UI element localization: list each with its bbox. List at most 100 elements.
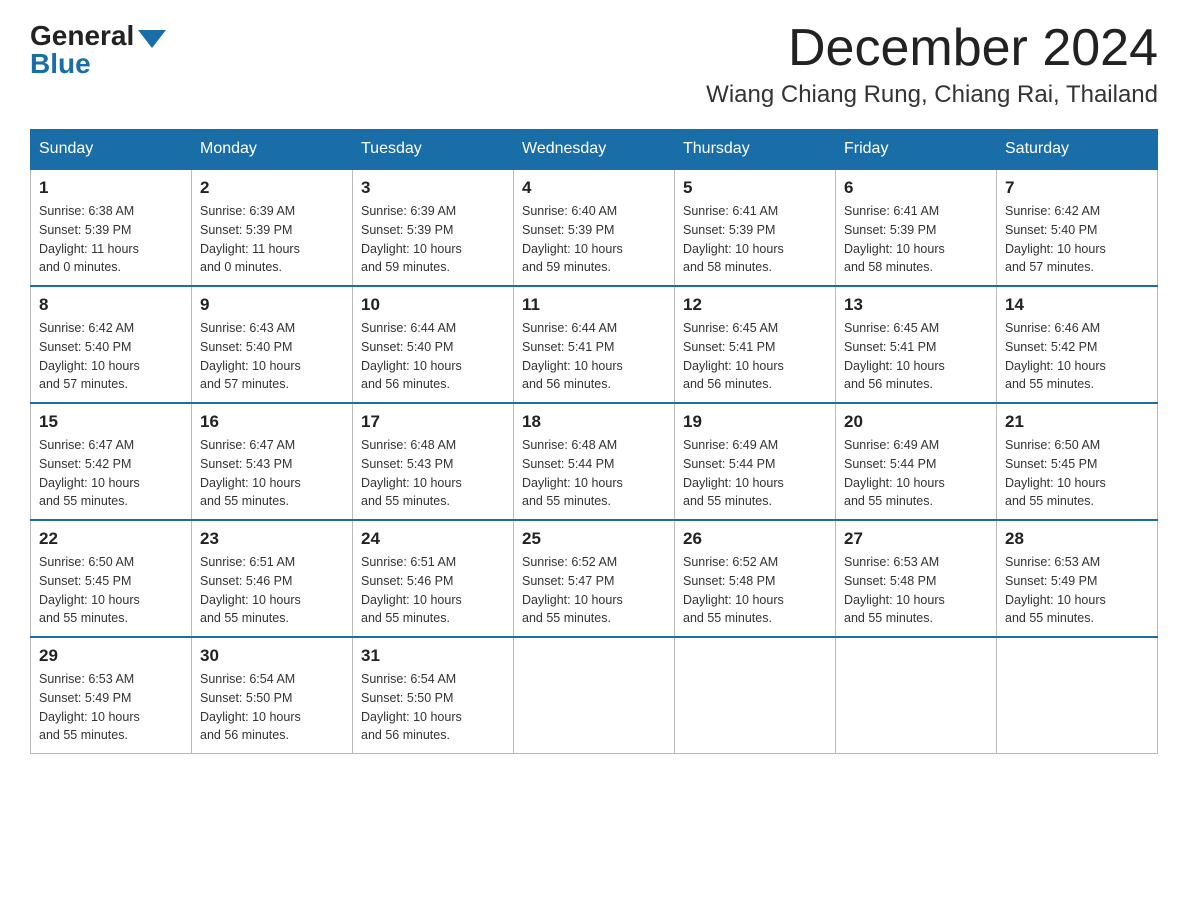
calendar-cell: 3 Sunrise: 6:39 AMSunset: 5:39 PMDaylight…	[353, 169, 514, 286]
day-info: Sunrise: 6:45 AMSunset: 5:41 PMDaylight:…	[844, 319, 988, 394]
calendar-week-row: 22 Sunrise: 6:50 AMSunset: 5:45 PMDayligh…	[31, 520, 1158, 637]
day-info: Sunrise: 6:48 AMSunset: 5:43 PMDaylight:…	[361, 436, 505, 511]
day-number: 21	[1005, 412, 1149, 432]
calendar-cell: 22 Sunrise: 6:50 AMSunset: 5:45 PMDayligh…	[31, 520, 192, 637]
calendar-cell: 14 Sunrise: 6:46 AMSunset: 5:42 PMDayligh…	[997, 286, 1158, 403]
day-number: 18	[522, 412, 666, 432]
header-monday: Monday	[192, 130, 353, 170]
day-number: 22	[39, 529, 183, 549]
day-info: Sunrise: 6:39 AMSunset: 5:39 PMDaylight:…	[200, 202, 344, 277]
day-number: 30	[200, 646, 344, 666]
day-number: 8	[39, 295, 183, 315]
day-number: 27	[844, 529, 988, 549]
header-thursday: Thursday	[675, 130, 836, 170]
day-info: Sunrise: 6:41 AMSunset: 5:39 PMDaylight:…	[844, 202, 988, 277]
calendar-cell: 28 Sunrise: 6:53 AMSunset: 5:49 PMDayligh…	[997, 520, 1158, 637]
day-number: 2	[200, 178, 344, 198]
day-info: Sunrise: 6:43 AMSunset: 5:40 PMDaylight:…	[200, 319, 344, 394]
day-number: 1	[39, 178, 183, 198]
calendar-cell: 25Sunrise: 6:52 AMSunset: 5:47 PMDayligh…	[514, 520, 675, 637]
day-info: Sunrise: 6:39 AMSunset: 5:39 PMDaylight:…	[361, 202, 505, 277]
calendar-cell: 19Sunrise: 6:49 AMSunset: 5:44 PMDayligh…	[675, 403, 836, 520]
logo: General Blue	[30, 20, 166, 80]
day-info: Sunrise: 6:50 AMSunset: 5:45 PMDaylight:…	[1005, 436, 1149, 511]
day-info: Sunrise: 6:42 AMSunset: 5:40 PMDaylight:…	[39, 319, 183, 394]
day-info: Sunrise: 6:40 AMSunset: 5:39 PMDaylight:…	[522, 202, 666, 277]
calendar-cell: 26Sunrise: 6:52 AMSunset: 5:48 PMDayligh…	[675, 520, 836, 637]
calendar-cell: 17 Sunrise: 6:48 AMSunset: 5:43 PMDayligh…	[353, 403, 514, 520]
calendar-cell: 9 Sunrise: 6:43 AMSunset: 5:40 PMDaylight…	[192, 286, 353, 403]
day-info: Sunrise: 6:47 AMSunset: 5:42 PMDaylight:…	[39, 436, 183, 511]
calendar-cell: 2 Sunrise: 6:39 AMSunset: 5:39 PMDaylight…	[192, 169, 353, 286]
calendar-cell	[514, 637, 675, 754]
day-info: Sunrise: 6:52 AMSunset: 5:47 PMDaylight:…	[522, 553, 666, 628]
calendar-cell: 10 Sunrise: 6:44 AMSunset: 5:40 PMDayligh…	[353, 286, 514, 403]
day-number: 3	[361, 178, 505, 198]
calendar-cell: 21 Sunrise: 6:50 AMSunset: 5:45 PMDayligh…	[997, 403, 1158, 520]
header-tuesday: Tuesday	[353, 130, 514, 170]
day-info: Sunrise: 6:45 AMSunset: 5:41 PMDaylight:…	[683, 319, 827, 394]
calendar-header-row: SundayMondayTuesdayWednesdayThursdayFrid…	[31, 130, 1158, 170]
calendar-cell: 1 Sunrise: 6:38 AMSunset: 5:39 PMDaylight…	[31, 169, 192, 286]
day-info: Sunrise: 6:42 AMSunset: 5:40 PMDaylight:…	[1005, 202, 1149, 277]
day-number: 14	[1005, 295, 1149, 315]
day-number: 13	[844, 295, 988, 315]
day-info: Sunrise: 6:50 AMSunset: 5:45 PMDaylight:…	[39, 553, 183, 628]
calendar-week-row: 1 Sunrise: 6:38 AMSunset: 5:39 PMDaylight…	[31, 169, 1158, 286]
title-section: December 2024 Wiang Chiang Rung, Chiang …	[706, 20, 1158, 109]
day-number: 23	[200, 529, 344, 549]
calendar-cell: 29Sunrise: 6:53 AMSunset: 5:49 PMDayligh…	[31, 637, 192, 754]
day-number: 7	[1005, 178, 1149, 198]
logo-blue-text: Blue	[30, 48, 91, 80]
calendar-cell: 6 Sunrise: 6:41 AMSunset: 5:39 PMDaylight…	[836, 169, 997, 286]
day-number: 11	[522, 295, 666, 315]
calendar-cell	[675, 637, 836, 754]
calendar-cell: 8 Sunrise: 6:42 AMSunset: 5:40 PMDaylight…	[31, 286, 192, 403]
calendar-cell: 11 Sunrise: 6:44 AMSunset: 5:41 PMDayligh…	[514, 286, 675, 403]
day-info: Sunrise: 6:52 AMSunset: 5:48 PMDaylight:…	[683, 553, 827, 628]
header-wednesday: Wednesday	[514, 130, 675, 170]
day-info: Sunrise: 6:53 AMSunset: 5:49 PMDaylight:…	[1005, 553, 1149, 628]
header-saturday: Saturday	[997, 130, 1158, 170]
day-number: 15	[39, 412, 183, 432]
calendar-cell	[836, 637, 997, 754]
day-number: 4	[522, 178, 666, 198]
day-info: Sunrise: 6:44 AMSunset: 5:40 PMDaylight:…	[361, 319, 505, 394]
calendar-cell: 18 Sunrise: 6:48 AMSunset: 5:44 PMDayligh…	[514, 403, 675, 520]
day-number: 10	[361, 295, 505, 315]
month-title: December 2024	[706, 20, 1158, 77]
header-sunday: Sunday	[31, 130, 192, 170]
calendar-cell: 20Sunrise: 6:49 AMSunset: 5:44 PMDayligh…	[836, 403, 997, 520]
calendar-cell: 4 Sunrise: 6:40 AMSunset: 5:39 PMDaylight…	[514, 169, 675, 286]
day-info: Sunrise: 6:53 AMSunset: 5:49 PMDaylight:…	[39, 670, 183, 745]
header-friday: Friday	[836, 130, 997, 170]
calendar-cell: 30Sunrise: 6:54 AMSunset: 5:50 PMDayligh…	[192, 637, 353, 754]
day-info: Sunrise: 6:53 AMSunset: 5:48 PMDaylight:…	[844, 553, 988, 628]
calendar-week-row: 15 Sunrise: 6:47 AMSunset: 5:42 PMDayligh…	[31, 403, 1158, 520]
day-info: Sunrise: 6:47 AMSunset: 5:43 PMDaylight:…	[200, 436, 344, 511]
calendar-cell: 24Sunrise: 6:51 AMSunset: 5:46 PMDayligh…	[353, 520, 514, 637]
logo-arrow-icon	[138, 30, 166, 48]
day-number: 9	[200, 295, 344, 315]
calendar-week-row: 29Sunrise: 6:53 AMSunset: 5:49 PMDayligh…	[31, 637, 1158, 754]
day-number: 28	[1005, 529, 1149, 549]
day-info: Sunrise: 6:51 AMSunset: 5:46 PMDaylight:…	[200, 553, 344, 628]
location-title: Wiang Chiang Rung, Chiang Rai, Thailand	[706, 81, 1158, 109]
calendar-week-row: 8 Sunrise: 6:42 AMSunset: 5:40 PMDaylight…	[31, 286, 1158, 403]
day-info: Sunrise: 6:48 AMSunset: 5:44 PMDaylight:…	[522, 436, 666, 511]
calendar-cell: 5Sunrise: 6:41 AMSunset: 5:39 PMDaylight…	[675, 169, 836, 286]
day-info: Sunrise: 6:41 AMSunset: 5:39 PMDaylight:…	[683, 202, 827, 277]
page-header: General Blue December 2024 Wiang Chiang …	[30, 20, 1158, 109]
calendar-cell	[997, 637, 1158, 754]
day-info: Sunrise: 6:38 AMSunset: 5:39 PMDaylight:…	[39, 202, 183, 277]
calendar-cell: 27 Sunrise: 6:53 AMSunset: 5:48 PMDayligh…	[836, 520, 997, 637]
day-info: Sunrise: 6:44 AMSunset: 5:41 PMDaylight:…	[522, 319, 666, 394]
day-info: Sunrise: 6:49 AMSunset: 5:44 PMDaylight:…	[683, 436, 827, 511]
day-number: 17	[361, 412, 505, 432]
calendar-cell: 15 Sunrise: 6:47 AMSunset: 5:42 PMDayligh…	[31, 403, 192, 520]
day-number: 6	[844, 178, 988, 198]
day-info: Sunrise: 6:46 AMSunset: 5:42 PMDaylight:…	[1005, 319, 1149, 394]
day-number: 20	[844, 412, 988, 432]
day-number: 16	[200, 412, 344, 432]
calendar-cell: 23 Sunrise: 6:51 AMSunset: 5:46 PMDayligh…	[192, 520, 353, 637]
